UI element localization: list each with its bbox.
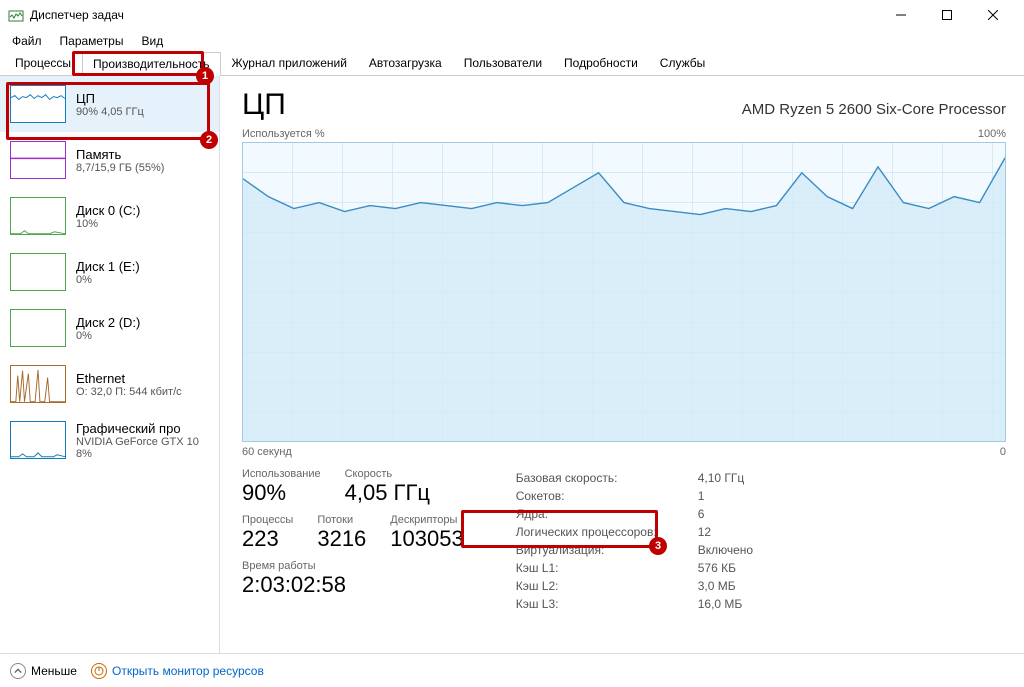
sidebar-gpu-title: Графический про (76, 421, 199, 436)
sidebar-cpu-title: ЦП (76, 91, 144, 106)
open-resmon-link[interactable]: Открыть монитор ресурсов (91, 663, 264, 679)
handles-label: Дескрипторы (390, 514, 463, 526)
uptime-label: Время работы (242, 560, 464, 572)
procs-label: Процессы (242, 514, 293, 526)
fewer-details-button[interactable]: Меньше (10, 663, 77, 679)
sidebar-disk2-sub: 0% (76, 330, 140, 342)
sidebar-disk0-title: Диск 0 (C:) (76, 203, 140, 218)
chevron-up-icon (10, 663, 26, 679)
tab-details[interactable]: Подробности (553, 51, 649, 75)
sidebar-gpu-sub2: 8% (76, 448, 199, 460)
usage-label: Использование (242, 468, 321, 480)
sidebar-eth-title: Ethernet (76, 371, 182, 386)
sidebar-disk1-title: Диск 1 (E:) (76, 259, 140, 274)
cpu-spec-table: Базовая скорость:4,10 ГГц Сокетов:1 Ядра… (514, 468, 755, 614)
sidebar: ЦП 90% 4,05 ГГц Память 8,7/15,9 ГБ (55%)… (0, 76, 220, 653)
tab-apphistory[interactable]: Журнал приложений (221, 51, 358, 75)
usage-value: 90% (242, 480, 321, 506)
menubar: Файл Параметры Вид (0, 30, 1024, 52)
sockets-value: 1 (698, 488, 753, 504)
eth-thumb (10, 365, 66, 403)
sidebar-disk2-title: Диск 2 (D:) (76, 315, 140, 330)
content: ЦП 90% 4,05 ГГц Память 8,7/15,9 ГБ (55%)… (0, 76, 1024, 653)
procs-value: 223 (242, 526, 293, 552)
sidebar-mem-title: Память (76, 147, 164, 162)
app-icon (8, 7, 24, 23)
titlebar: Диспетчер задач (0, 0, 1024, 30)
sidebar-item-disk2[interactable]: Диск 2 (D:) 0% (0, 300, 219, 356)
open-resmon-label: Открыть монитор ресурсов (112, 664, 264, 678)
threads-value: 3216 (317, 526, 366, 552)
page-title: ЦП (242, 88, 286, 122)
sidebar-eth-sub: О: 32,0 П: 544 кбит/с (76, 386, 182, 398)
sidebar-gpu-sub: NVIDIA GeForce GTX 10 (76, 436, 199, 448)
tab-services[interactable]: Службы (649, 51, 716, 75)
cores-label: Ядра: (516, 506, 696, 522)
base-speed-value: 4,10 ГГц (698, 470, 753, 486)
cores-value: 6 (698, 506, 753, 522)
minimize-button[interactable] (878, 0, 924, 30)
l1-label: Кэш L1: (516, 560, 696, 576)
speed-value: 4,05 ГГц (345, 480, 430, 506)
tab-performance[interactable]: Производительность (82, 52, 220, 76)
l3-value: 16,0 МБ (698, 596, 753, 612)
tab-users[interactable]: Пользователи (453, 51, 553, 75)
base-speed-label: Базовая скорость: (516, 470, 696, 486)
tab-processes[interactable]: Процессы (4, 51, 82, 75)
virt-label: Виртуализация: (516, 542, 696, 558)
disk2-thumb (10, 309, 66, 347)
sidebar-cpu-sub: 90% 4,05 ГГц (76, 106, 144, 118)
fewer-details-label: Меньше (31, 664, 77, 678)
logical-label: Логических процессоров: (516, 524, 696, 540)
maximize-button[interactable] (924, 0, 970, 30)
logical-value: 12 (698, 524, 753, 540)
handles-value: 103053 (390, 526, 463, 552)
resmon-icon (91, 663, 107, 679)
l2-label: Кэш L2: (516, 578, 696, 594)
sidebar-item-gpu[interactable]: Графический про NVIDIA GeForce GTX 10 8% (0, 412, 219, 468)
gpu-thumb (10, 421, 66, 459)
disk0-thumb (10, 197, 66, 235)
threads-label: Потоки (317, 514, 366, 526)
chart-label-br: 0 (1000, 446, 1006, 458)
stats: Использование 90% Скорость 4,05 ГГц Проц… (242, 468, 1006, 614)
l1-value: 576 КБ (698, 560, 753, 576)
sidebar-item-cpu[interactable]: ЦП 90% 4,05 ГГц (0, 76, 219, 132)
window-title: Диспетчер задач (30, 8, 878, 22)
cpu-chart[interactable] (242, 142, 1006, 442)
sidebar-item-memory[interactable]: Память 8,7/15,9 ГБ (55%) (0, 132, 219, 188)
sidebar-item-disk0[interactable]: Диск 0 (C:) 10% (0, 188, 219, 244)
close-button[interactable] (970, 0, 1016, 30)
sidebar-item-disk1[interactable]: Диск 1 (E:) 0% (0, 244, 219, 300)
virt-value: Включено (698, 542, 753, 558)
window-buttons (878, 0, 1016, 30)
l3-label: Кэш L3: (516, 596, 696, 612)
l2-value: 3,0 МБ (698, 578, 753, 594)
menu-params[interactable]: Параметры (52, 32, 132, 50)
sidebar-disk1-sub: 0% (76, 274, 140, 286)
cpu-model: AMD Ryzen 5 2600 Six-Core Processor (742, 101, 1006, 118)
tab-startup[interactable]: Автозагрузка (358, 51, 453, 75)
chart-label-bl: 60 секунд (242, 446, 292, 458)
sidebar-mem-sub: 8,7/15,9 ГБ (55%) (76, 162, 164, 174)
menu-view[interactable]: Вид (133, 32, 171, 50)
sidebar-item-ethernet[interactable]: Ethernet О: 32,0 П: 544 кбит/с (0, 356, 219, 412)
memory-thumb (10, 141, 66, 179)
speed-label: Скорость (345, 468, 430, 480)
uptime-value: 2:03:02:58 (242, 572, 464, 598)
disk1-thumb (10, 253, 66, 291)
tabbar: Процессы Производительность Журнал прило… (0, 52, 1024, 76)
cpu-thumb (10, 85, 66, 123)
footer: Меньше Открыть монитор ресурсов (0, 653, 1024, 687)
chart-label-tr: 100% (978, 128, 1006, 140)
sockets-label: Сокетов: (516, 488, 696, 504)
menu-file[interactable]: Файл (4, 32, 50, 50)
sidebar-disk0-sub: 10% (76, 218, 140, 230)
chart-label-tl: Используется % (242, 128, 325, 140)
main-pane: ЦП AMD Ryzen 5 2600 Six-Core Processor И… (220, 76, 1024, 653)
